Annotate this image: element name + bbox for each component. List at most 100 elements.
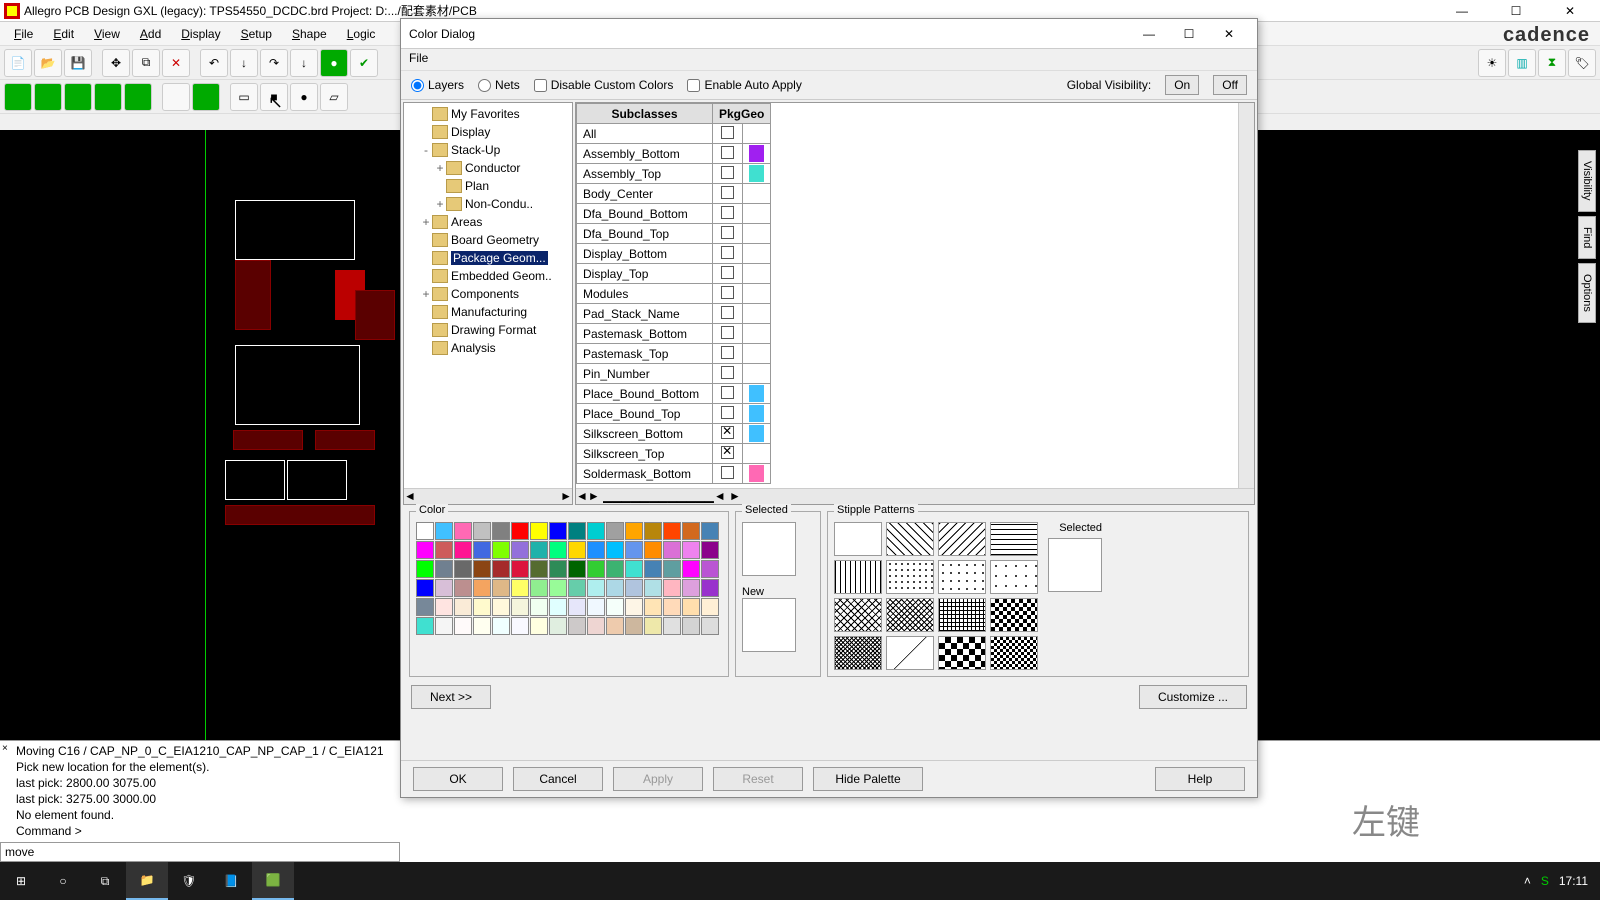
customize-button[interactable]: Customize ... (1139, 685, 1247, 709)
palette-color[interactable] (549, 522, 567, 540)
status-close-icon[interactable]: × (2, 743, 8, 754)
tree-item[interactable]: Plan (406, 177, 570, 195)
palette-color[interactable] (511, 617, 529, 635)
palette-color[interactable] (435, 541, 453, 559)
globe-icon[interactable]: ● (320, 49, 348, 77)
taskview-icon[interactable]: ⧉ (84, 862, 126, 900)
palette-color[interactable] (625, 541, 643, 559)
tree-item[interactable]: Package Geom... (406, 249, 570, 267)
tray-ime-icon[interactable]: S (1541, 874, 1549, 888)
palette-color[interactable] (473, 579, 491, 597)
palette-color[interactable] (625, 617, 643, 635)
color-swatch[interactable] (743, 304, 771, 324)
palette-color[interactable] (568, 522, 586, 540)
color-swatch[interactable] (743, 464, 771, 484)
color-swatch[interactable] (743, 264, 771, 284)
palette-color[interactable] (568, 579, 586, 597)
tree-item[interactable]: Analysis (406, 339, 570, 357)
color-swatch[interactable] (743, 204, 771, 224)
new-icon[interactable]: 📄 (4, 49, 32, 77)
stipple-p15[interactable] (938, 636, 986, 670)
palette-color[interactable] (606, 598, 624, 616)
delete-icon[interactable]: ✕ (162, 49, 190, 77)
palette-color[interactable] (473, 522, 491, 540)
close-button[interactable]: ✕ (1552, 1, 1588, 21)
save-icon[interactable]: 💾 (64, 49, 92, 77)
stipple-p13[interactable] (834, 636, 882, 670)
check-disable-colors[interactable]: Disable Custom Colors (534, 78, 674, 92)
palette-color[interactable] (587, 522, 605, 540)
sun-icon[interactable]: ☀ (1478, 49, 1506, 77)
tree-hscroll[interactable]: ◄ ► (404, 488, 572, 504)
palette-color[interactable] (549, 541, 567, 559)
tray-chevron-icon[interactable]: ˄ (1524, 874, 1531, 888)
palette-color[interactable] (492, 522, 510, 540)
palette-color[interactable] (663, 541, 681, 559)
palette-color[interactable] (625, 598, 643, 616)
stipple-dots2[interactable] (938, 560, 986, 594)
palette-color[interactable] (492, 579, 510, 597)
palette-color[interactable] (416, 541, 434, 559)
menu-edit[interactable]: Edit (43, 24, 84, 44)
tag-icon[interactable]: 🏷 (1568, 49, 1596, 77)
square-icon[interactable]: ■ (260, 83, 288, 111)
move-icon[interactable]: ✥ (102, 49, 130, 77)
check-enable-auto[interactable]: Enable Auto Apply (687, 78, 801, 92)
color-swatch[interactable] (743, 184, 771, 204)
palette-color[interactable] (606, 522, 624, 540)
palette-color[interactable] (663, 617, 681, 635)
palette-color[interactable] (701, 560, 719, 578)
palette-color[interactable] (511, 560, 529, 578)
minimize-button[interactable]: — (1444, 1, 1480, 21)
dialog-maximize-button[interactable]: ☐ (1169, 20, 1209, 48)
palette-color[interactable] (587, 560, 605, 578)
visibility-checkbox[interactable] (713, 144, 743, 164)
tree-item[interactable]: Display (406, 123, 570, 141)
palette-color[interactable] (682, 560, 700, 578)
radio-layers[interactable]: Layers (411, 78, 464, 92)
palette-color[interactable] (435, 522, 453, 540)
start-icon[interactable]: ⊞ (0, 862, 42, 900)
palette-color[interactable] (454, 617, 472, 635)
shape6-icon[interactable] (162, 83, 190, 111)
shape1-icon[interactable] (4, 83, 32, 111)
menu-logic[interactable]: Logic (337, 24, 386, 44)
palette-color[interactable] (606, 617, 624, 635)
undo-icon[interactable]: ↶ (200, 49, 228, 77)
color-swatch[interactable] (743, 364, 771, 384)
palette-color[interactable] (530, 522, 548, 540)
help-button[interactable]: Help (1155, 767, 1245, 791)
bars-icon[interactable]: ▥ (1508, 49, 1536, 77)
stipple-p14[interactable] (886, 636, 934, 670)
allegro-icon[interactable]: 🟩 (252, 862, 294, 900)
palette-color[interactable] (682, 579, 700, 597)
palette-color[interactable] (511, 522, 529, 540)
visibility-checkbox[interactable] (713, 344, 743, 364)
palette-color[interactable] (473, 560, 491, 578)
menu-file[interactable]: File (4, 24, 43, 44)
color-swatch[interactable] (743, 224, 771, 244)
palette-color[interactable] (511, 541, 529, 559)
palette-color[interactable] (701, 522, 719, 540)
visibility-checkbox[interactable] (713, 224, 743, 244)
hide-palette-button[interactable]: Hide Palette (813, 767, 923, 791)
stipple-p16[interactable] (990, 636, 1038, 670)
color-swatch[interactable] (743, 444, 771, 464)
palette-color[interactable] (416, 560, 434, 578)
menu-view[interactable]: View (84, 24, 130, 44)
palette-color[interactable] (701, 541, 719, 559)
palette-color[interactable] (549, 617, 567, 635)
palette-color[interactable] (568, 541, 586, 559)
stipple-diag2[interactable] (938, 522, 986, 556)
palette-color[interactable] (530, 560, 548, 578)
palette-color[interactable] (530, 598, 548, 616)
color-swatch[interactable] (743, 344, 771, 364)
stipple-check[interactable] (990, 598, 1038, 632)
palette-color[interactable] (416, 579, 434, 597)
palette-color[interactable] (435, 598, 453, 616)
stipple-grid[interactable] (938, 598, 986, 632)
palette-color[interactable] (663, 560, 681, 578)
tree-item[interactable]: Drawing Format (406, 321, 570, 339)
visibility-checkbox[interactable] (713, 164, 743, 184)
stipple-horiz[interactable] (990, 522, 1038, 556)
